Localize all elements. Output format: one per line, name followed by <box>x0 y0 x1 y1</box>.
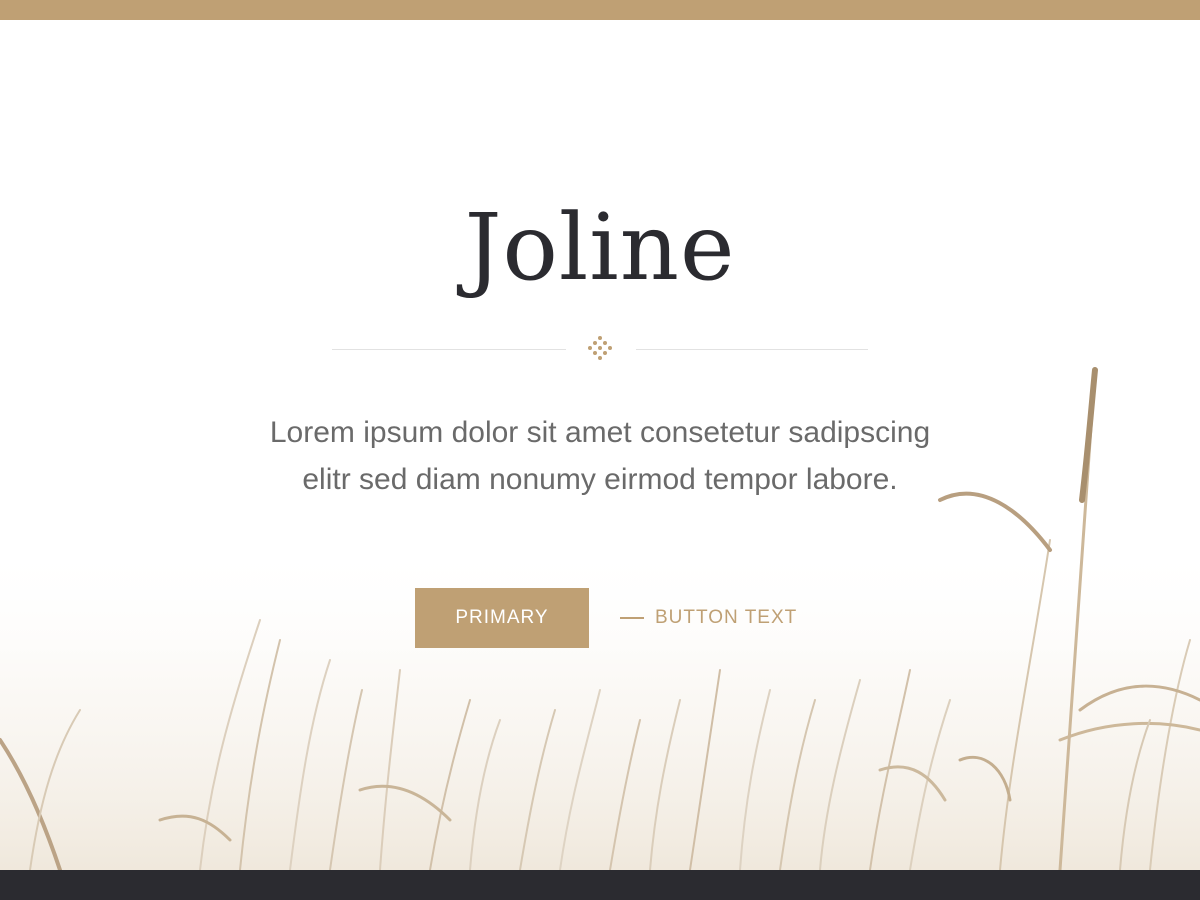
divider-right-line <box>636 349 868 350</box>
primary-button-label: PRIMARY <box>455 607 549 628</box>
hero-subtitle: Lorem ipsum dolor sit amet consetetur sa… <box>220 409 980 503</box>
hero-title: Joline <box>464 194 736 301</box>
text-button[interactable]: BUTTON TEXT <box>620 588 797 648</box>
text-button-label: BUTTON TEXT <box>655 607 798 628</box>
page: Joline Lorem ipsum dolor sit amet conset… <box>0 0 1200 900</box>
diamond-dots-icon <box>588 336 612 360</box>
divider-left-line <box>332 349 566 350</box>
hero-subtitle-line-1: Lorem ipsum dolor sit amet consetetur sa… <box>269 416 931 449</box>
hero-section: Joline Lorem ipsum dolor sit amet conset… <box>0 0 1200 870</box>
bottom-dark-bar <box>0 870 1200 900</box>
hero-subtitle-line-2: elitr sed diam nonumy eirmod tempor labo… <box>302 463 898 496</box>
primary-button[interactable]: PRIMARY <box>415 588 589 648</box>
dash-icon <box>620 617 644 619</box>
